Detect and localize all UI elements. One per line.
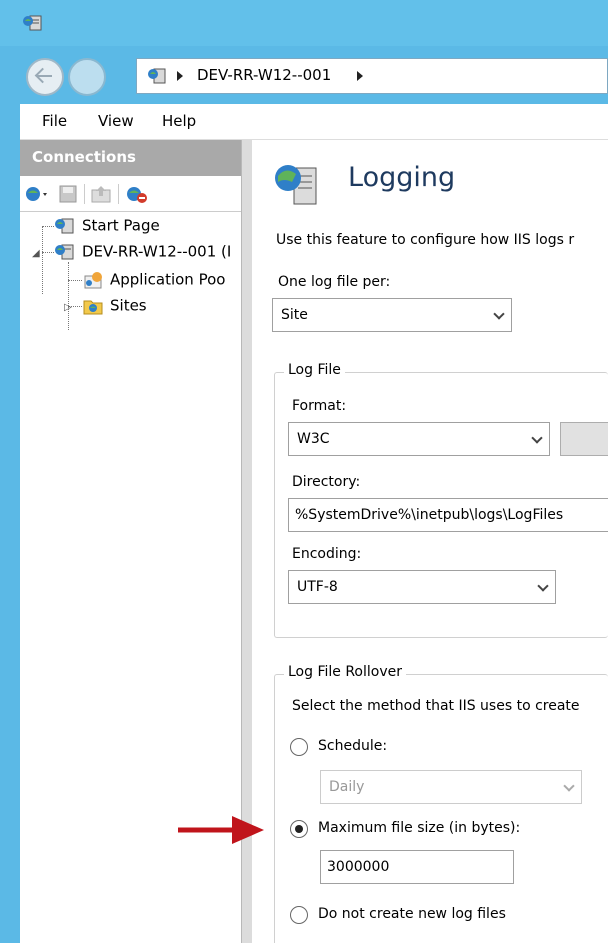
chevron-down-icon	[563, 780, 575, 792]
expand-arrow-icon[interactable]: ▷	[64, 302, 72, 313]
chevron-down-icon	[537, 580, 549, 592]
tree-item-server[interactable]: DEV-RR-W12--001 (I	[54, 242, 231, 264]
tree-line	[42, 226, 43, 294]
select-value: W3C	[297, 431, 330, 447]
menu-view[interactable]: View	[98, 112, 134, 130]
connections-header: Connections	[20, 140, 241, 176]
one-log-file-select[interactable]: Site	[272, 298, 512, 332]
toolbar-divider	[84, 184, 85, 204]
log-file-group-title: Log File	[284, 362, 345, 378]
breadcrumb-separator-icon[interactable]	[357, 71, 363, 81]
tree-line	[42, 252, 54, 253]
address-bar: DEV-RR-W12--001	[10, 46, 608, 104]
annotation-arrow-icon	[178, 816, 264, 844]
select-value: Site	[281, 307, 308, 323]
tree-line	[68, 280, 82, 281]
window-titlebar	[0, 0, 608, 46]
connect-globe-icon[interactable]	[24, 184, 52, 204]
log-file-rollover-group	[274, 674, 608, 943]
format-select[interactable]: W3C	[288, 422, 550, 456]
save-icon[interactable]	[58, 184, 78, 204]
chevron-down-icon	[493, 308, 505, 320]
connections-toolbar	[20, 176, 241, 212]
feature-description: Use this feature to configure how IIS lo…	[276, 232, 575, 248]
schedule-label: Schedule:	[318, 738, 388, 754]
menu-bar: File View Help	[20, 104, 608, 140]
rollover-group-title: Log File Rollover	[284, 664, 406, 680]
tree-item-application-pools[interactable]: Application Poo	[82, 270, 225, 292]
tree-line	[42, 226, 54, 227]
no-new-log-files-label: Do not create new log files	[318, 906, 506, 922]
start-page-icon	[55, 218, 74, 233]
toolbar-divider	[118, 184, 119, 204]
up-level-icon[interactable]	[90, 184, 112, 204]
format-label: Format:	[292, 398, 347, 414]
address-breadcrumb[interactable]: DEV-RR-W12--001	[136, 58, 608, 94]
select-value: Daily	[329, 779, 365, 795]
back-button[interactable]	[26, 58, 64, 96]
rollover-description: Select the method that IIS uses to creat…	[292, 698, 580, 714]
iis-manager-icon	[23, 15, 42, 31]
tree-line	[68, 262, 69, 330]
select-value: UTF-8	[297, 579, 338, 595]
directory-label: Directory:	[292, 474, 361, 490]
tree-item-start-page[interactable]: Start Page	[54, 216, 160, 238]
menu-file[interactable]: File	[42, 112, 67, 130]
sites-folder-icon	[83, 300, 103, 314]
server-icon	[148, 68, 166, 84]
breadcrumb-server[interactable]: DEV-RR-W12--001	[197, 66, 331, 84]
schedule-select[interactable]: Daily	[320, 770, 582, 804]
max-file-size-radio[interactable]	[290, 820, 308, 838]
max-file-size-input[interactable]: 3000000	[320, 850, 514, 884]
one-log-file-label: One log file per:	[278, 274, 391, 290]
server-icon	[55, 244, 74, 259]
forward-button[interactable]	[68, 58, 106, 96]
logging-icon	[275, 165, 317, 205]
logging-feature-pane: Logging Use this feature to configure ho…	[252, 140, 608, 943]
application-pools-icon	[84, 271, 102, 288]
menu-help[interactable]: Help	[162, 112, 196, 130]
page-title: Logging	[348, 162, 456, 193]
tree-label: Sites	[110, 296, 147, 315]
schedule-radio[interactable]	[290, 738, 308, 756]
encoding-label: Encoding:	[292, 546, 362, 562]
collapse-arrow-icon[interactable]: ◢	[32, 248, 40, 259]
tree-label: Start Page	[82, 216, 160, 235]
encoding-select[interactable]: UTF-8	[288, 570, 556, 604]
directory-input[interactable]: %SystemDrive%\inetpub\logs\LogFiles	[288, 498, 608, 532]
tree-item-sites[interactable]: Sites	[82, 296, 147, 318]
breadcrumb-separator-icon	[177, 71, 183, 81]
chevron-down-icon	[531, 432, 543, 444]
tree-label: Application Poo	[110, 270, 226, 289]
disconnect-icon[interactable]	[124, 184, 150, 204]
max-file-size-label: Maximum file size (in bytes):	[318, 820, 521, 836]
select-fields-button[interactable]	[560, 422, 608, 456]
tree-label: DEV-RR-W12--001 (I	[82, 242, 232, 261]
no-new-log-files-radio[interactable]	[290, 906, 308, 924]
